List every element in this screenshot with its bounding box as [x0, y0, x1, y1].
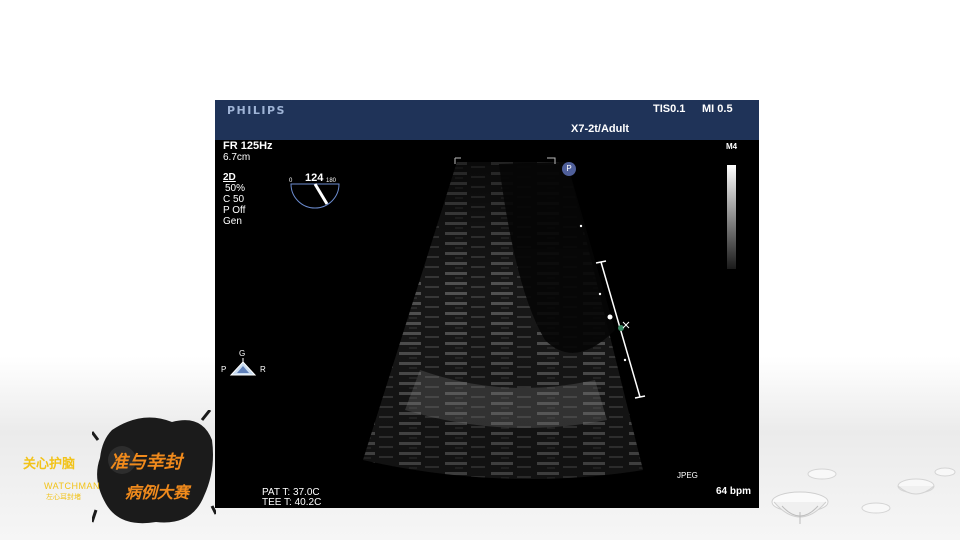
compress: C 50	[223, 194, 245, 205]
header-bar: PHILIPS TIS0.1 MI 0.5 X7-2t/Adult	[215, 100, 759, 140]
echo-sector	[363, 157, 646, 479]
philips-logo: PHILIPS	[227, 104, 286, 117]
orient-right: R	[260, 365, 266, 374]
probe-marker-icon: P	[562, 162, 576, 176]
orient-left: P	[221, 365, 227, 374]
mode-label: 2D	[223, 172, 236, 183]
orientation-icon	[229, 358, 257, 376]
depth: 6.7cm	[223, 152, 251, 163]
persistence: P Off	[223, 205, 246, 216]
angle-value: 124	[305, 172, 324, 184]
tis-value: TIS0.1	[653, 103, 686, 115]
format-label: JPEG	[677, 471, 698, 480]
heart-rate: 64 bpm	[716, 486, 752, 497]
angle-max: 180	[326, 178, 337, 184]
map-label: M4	[726, 142, 738, 151]
mi-value: MI 0.5	[702, 103, 733, 115]
gain: 50%	[225, 183, 246, 194]
slogan-left: 关心护脑	[23, 456, 76, 471]
watchman-brand: WATCHMAN	[44, 481, 100, 491]
general: Gen	[223, 216, 242, 227]
tee-temp: TEE T: 40.2C	[262, 497, 322, 508]
contest-title: 病例大赛	[125, 485, 190, 502]
ultrasound-image: PHILIPS TIS0.1 MI 0.5 X7-2t/Adult FR 125…	[215, 100, 759, 508]
grayscale-bar	[727, 165, 736, 269]
frame-rate: FR 125Hz	[223, 140, 273, 152]
angle-min: 0	[289, 178, 293, 184]
slogan-right: 准与幸封	[110, 452, 182, 472]
device-decoration	[771, 467, 956, 524]
probe-label: X7-2t/Adult	[571, 123, 630, 135]
watchman-brand-cn: 左心耳封堵	[46, 494, 81, 501]
